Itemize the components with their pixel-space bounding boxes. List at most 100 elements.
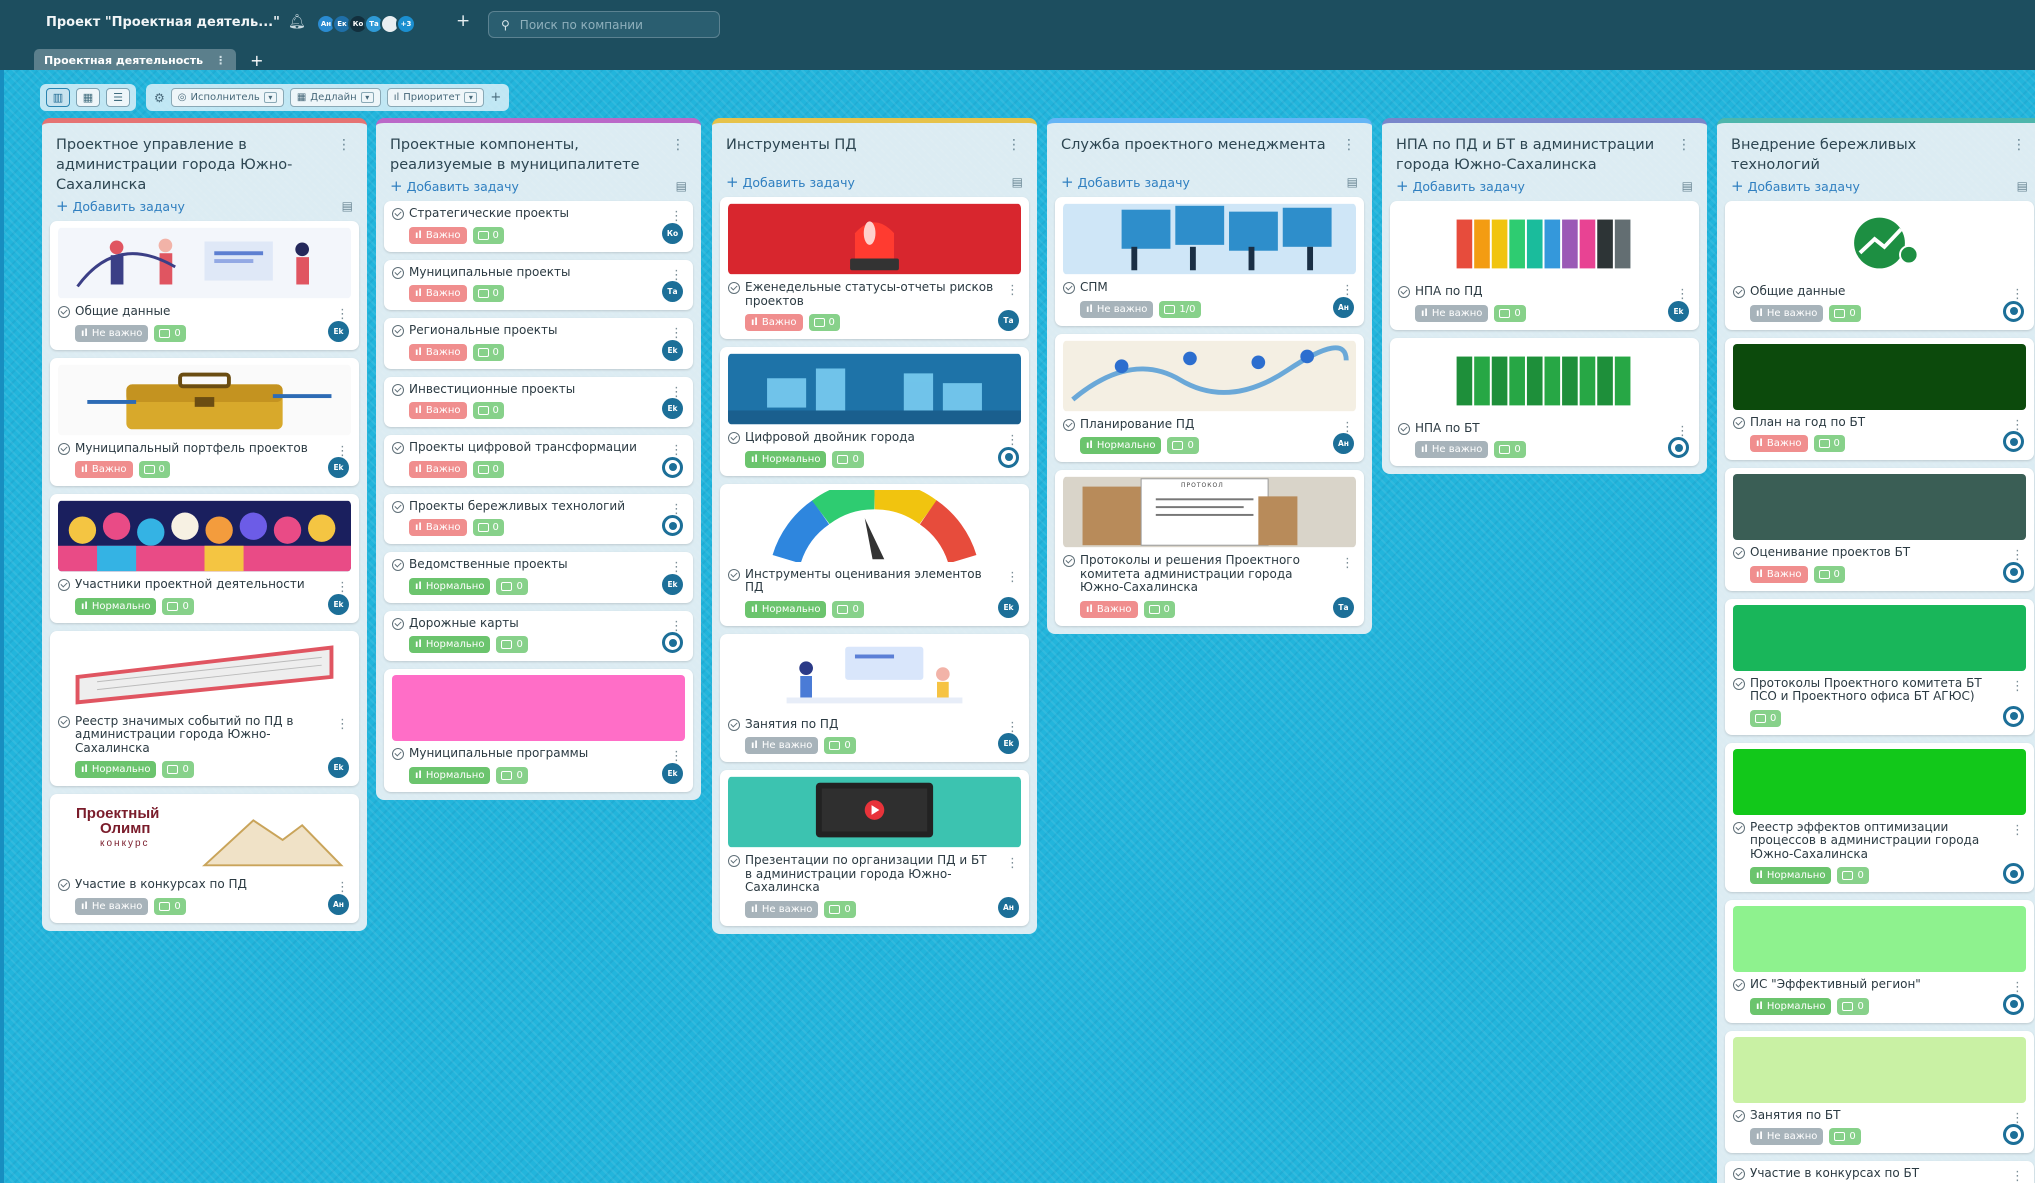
check-circle-icon[interactable]: [1398, 286, 1410, 298]
more-vertical-icon[interactable]: ⋮: [670, 749, 683, 764]
task-card[interactable]: Реестр значимых событий по ПД в админист…: [50, 630, 359, 786]
more-vertical-icon[interactable]: ⋮: [2012, 137, 2026, 153]
assignee-icon[interactable]: [2003, 863, 2024, 884]
priority-badge[interactable]: ıl Не важно: [75, 897, 149, 915]
task-card[interactable]: Оценивание проектов БТ ⋮ ıl Важно 0: [1725, 468, 2034, 591]
card-title[interactable]: НПА по ПД: [1415, 284, 1482, 299]
priority-badge[interactable]: ıl Не важно: [1415, 441, 1489, 458]
comment-count[interactable]: 0: [472, 226, 504, 244]
project-title[interactable]: Проект "Проектная деятель...": [46, 15, 280, 30]
check-circle-icon[interactable]: [728, 432, 740, 444]
comment-count[interactable]: 0: [496, 636, 528, 653]
comment-count[interactable]: 0: [832, 600, 864, 618]
priority-badge[interactable]: ıl Важно: [409, 226, 467, 244]
task-card[interactable]: Муниципальные программы ⋮ ıl Нормально 0 Ek: [384, 669, 693, 792]
check-circle-icon[interactable]: [392, 208, 404, 220]
assignee-icon[interactable]: [1668, 437, 1689, 458]
card-title[interactable]: Инструменты оценивания элементов ПД: [745, 567, 995, 595]
settings-icon[interactable]: ⚙: [154, 91, 165, 105]
comment-count[interactable]: 0: [1494, 304, 1526, 322]
task-card[interactable]: Проекты цифровой трансформации ⋮ ıl Важно 0: [384, 435, 693, 486]
comment-count[interactable]: 0: [472, 285, 504, 302]
comment-count[interactable]: 0: [138, 461, 170, 478]
priority-badge[interactable]: ıl Нормально: [1080, 437, 1162, 454]
priority-badge[interactable]: ıl Важно: [409, 460, 467, 478]
more-vertical-icon[interactable]: ⋮: [2011, 823, 2024, 838]
comment-count[interactable]: 0: [496, 766, 528, 784]
task-card[interactable]: ИС "Эффективный регион" ⋮ ıl Нормально 0: [1725, 900, 2034, 1023]
avatar[interactable]: Ан: [328, 893, 349, 915]
assignee-icon[interactable]: [2003, 1124, 2024, 1145]
comment-count[interactable]: 0: [1813, 565, 1845, 583]
card-title[interactable]: Участники проектной деятельности: [75, 577, 305, 592]
task-card[interactable]: Еженедельные статусы-отчеты рисков проек…: [720, 197, 1029, 339]
avatar[interactable]: Ek: [998, 596, 1019, 618]
card-title[interactable]: Ведомственные проекты: [409, 557, 568, 572]
card-title[interactable]: Протоколы и решения Проектного комитета …: [1080, 553, 1330, 595]
task-card[interactable]: Участники проектной деятельности ⋮ ıl Норма…: [50, 494, 359, 623]
check-circle-icon[interactable]: [392, 383, 404, 396]
member-avatars[interactable]: Ан Ек Ко Та +3: [316, 14, 416, 34]
tab-menu-icon[interactable]: ⋮: [215, 54, 226, 67]
comment-count[interactable]: 0: [1829, 304, 1861, 322]
avatar[interactable]: Ek: [1668, 300, 1689, 322]
card-title[interactable]: Муниципальные программы: [409, 746, 588, 761]
more-vertical-icon[interactable]: ⋮: [1341, 283, 1354, 298]
list-view-icon[interactable]: ☰: [106, 88, 130, 107]
check-circle-icon[interactable]: [392, 617, 404, 630]
priority-badge[interactable]: ıl Не важно: [1080, 300, 1154, 318]
more-vertical-icon[interactable]: ⋮: [671, 137, 685, 153]
card-title[interactable]: Проекты цифровой трансформации: [409, 440, 637, 455]
card-title[interactable]: НПА по БТ: [1415, 421, 1480, 436]
card-title[interactable]: Муниципальный портфель проектов: [75, 441, 308, 456]
card-title[interactable]: Еженедельные статусы-отчеты рисков проек…: [745, 280, 995, 308]
avatar[interactable]: Ek: [662, 339, 683, 361]
priority-badge[interactable]: ıl Нормально: [409, 577, 491, 595]
avatar[interactable]: Ek: [662, 398, 683, 419]
comment-count[interactable]: 0: [832, 450, 864, 468]
priority-badge[interactable]: ıl Нормально: [409, 766, 491, 784]
assignee-icon[interactable]: [2003, 561, 2024, 583]
assignee-icon[interactable]: [662, 456, 683, 478]
more-vertical-icon[interactable]: ⋮: [1341, 556, 1354, 571]
priority-badge[interactable]: ıl Не важно: [1750, 304, 1824, 322]
comment-count[interactable]: 0: [162, 761, 194, 778]
avatar[interactable]: Ek: [662, 762, 683, 784]
check-circle-icon[interactable]: [1733, 1168, 1745, 1180]
comment-count[interactable]: 0: [472, 402, 504, 419]
add-task-button[interactable]: + Добавить задачу: [1731, 177, 1860, 195]
card-title[interactable]: Реестр эффектов оптимизации процессов в …: [1750, 820, 2000, 862]
priority-badge[interactable]: ıl Нормально: [745, 450, 827, 468]
avatar[interactable]: Ek: [998, 733, 1019, 754]
more-vertical-icon[interactable]: ⋮: [336, 580, 349, 595]
check-circle-icon[interactable]: [1063, 555, 1075, 567]
card-title[interactable]: ИС "Эффективный регион": [1750, 977, 1921, 992]
more-vertical-icon[interactable]: ⋮: [1006, 433, 1019, 448]
card-title[interactable]: Протоколы Проектного комитета БТ ПСО и П…: [1750, 676, 2000, 704]
check-circle-icon[interactable]: [58, 715, 70, 728]
task-card[interactable]: Муниципальный портфель проектов ⋮ ıl Важно 0…: [50, 357, 359, 486]
priority-badge[interactable]: ıl Нормально: [75, 761, 157, 778]
bell-icon[interactable]: 🔔︎: [288, 14, 306, 30]
card-title[interactable]: Цифровой двойник города: [745, 430, 915, 445]
assignee-icon[interactable]: [2003, 993, 2024, 1015]
comment-count[interactable]: 0: [824, 900, 856, 918]
avatar[interactable]: Та: [998, 310, 1019, 331]
add-task-button[interactable]: + Добавить задачу: [1061, 173, 1190, 191]
priority-badge[interactable]: ıl Нормально: [745, 600, 827, 618]
check-circle-icon[interactable]: [392, 266, 404, 279]
more-vertical-icon[interactable]: ⋮: [1676, 287, 1689, 302]
more-vertical-icon[interactable]: ⋮: [337, 137, 351, 153]
tab-project[interactable]: Проектная деятельность ⋮: [34, 49, 237, 72]
more-vertical-icon[interactable]: ⋮: [2011, 980, 2024, 995]
card-title[interactable]: Презентации по организации ПД и БТ в адм…: [745, 853, 995, 895]
add-task-button[interactable]: + Добавить задачу: [726, 173, 855, 191]
avatar[interactable]: Ek: [328, 593, 349, 615]
priority-badge[interactable]: ıl Важно: [1750, 435, 1808, 452]
add-member-icon[interactable]: +: [456, 11, 470, 31]
task-card[interactable]: СПМ ⋮ ıl Не важно 1/0 Ан: [1055, 197, 1364, 326]
check-circle-icon[interactable]: [1733, 821, 1745, 834]
comment-count[interactable]: 0: [1837, 997, 1869, 1015]
task-card[interactable]: Планирование ПД ⋮ ıl Нормально 0 Ан: [1055, 333, 1364, 462]
comment-count[interactable]: 0: [472, 519, 504, 536]
